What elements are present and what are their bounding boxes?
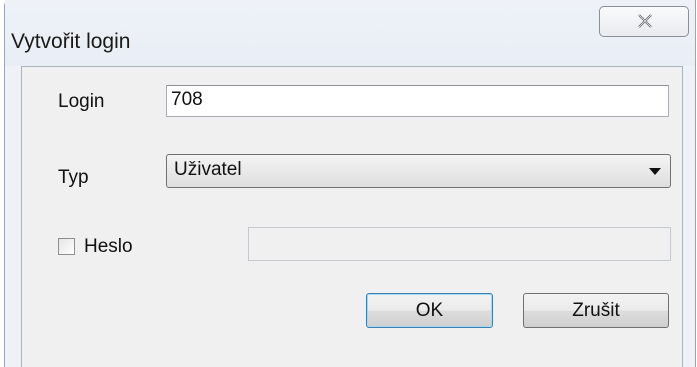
heslo-input[interactable] — [248, 227, 671, 261]
dialog-body: Login 708 Typ Uživatel Heslo OK Zrušit — [21, 66, 683, 367]
typ-select-value: Uživatel — [174, 159, 242, 180]
typ-label: Typ — [58, 167, 89, 188]
cancel-button[interactable]: Zrušit — [523, 293, 669, 328]
dialog-window: Vytvořit login Login 708 Typ Uživatel He… — [4, 0, 696, 367]
typ-select[interactable]: Uživatel — [166, 154, 671, 188]
title-bar[interactable]: Vytvořit login — [5, 0, 695, 66]
heslo-checkbox[interactable] — [58, 238, 75, 255]
close-button[interactable] — [599, 6, 689, 37]
window-title: Vytvořit login — [11, 30, 131, 53]
chevron-down-icon — [649, 168, 661, 175]
login-input[interactable]: 708 — [166, 85, 669, 117]
ok-button[interactable]: OK — [366, 293, 493, 328]
screen: Vytvořit login Login 708 Typ Uživatel He… — [0, 0, 697, 367]
close-icon — [636, 13, 654, 32]
heslo-label[interactable]: Heslo — [84, 236, 133, 258]
login-label: Login — [58, 91, 105, 112]
